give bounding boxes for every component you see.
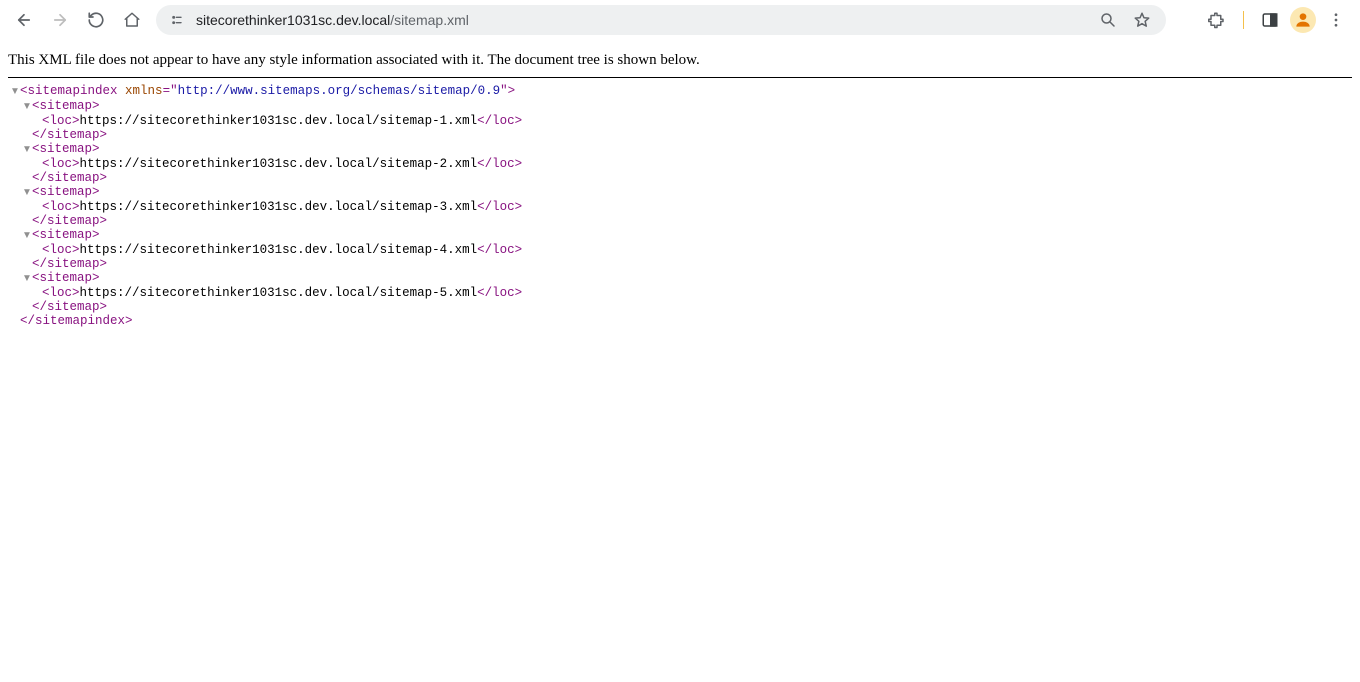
xml-line: ▼<sitemap>: [8, 142, 1352, 157]
tree-toggle-icon[interactable]: ▼: [22, 229, 32, 243]
bookmark-star-icon[interactable]: [1130, 8, 1154, 32]
xml-line: </sitemap>: [8, 257, 1352, 271]
forward-button[interactable]: [44, 4, 76, 36]
address-bar[interactable]: sitecorethinker1031sc.dev.local/sitemap.…: [156, 5, 1166, 35]
xml-line: ▼<sitemap>: [8, 271, 1352, 286]
profile-avatar[interactable]: [1290, 7, 1316, 33]
reload-button[interactable]: [80, 4, 112, 36]
url-path: /sitemap.xml: [390, 12, 469, 28]
xml-line: <loc>https://sitecorethinker1031sc.dev.l…: [8, 243, 1352, 257]
xml-line: </sitemap>: [8, 214, 1352, 228]
tree-toggle-icon[interactable]: ▼: [22, 186, 32, 200]
xml-line: </sitemap>: [8, 300, 1352, 314]
tree-toggle-icon[interactable]: ▼: [22, 143, 32, 157]
home-button[interactable]: [116, 4, 148, 36]
xml-line: ▼<sitemap>: [8, 99, 1352, 114]
tree-toggle-icon[interactable]: ▼: [10, 85, 20, 99]
xml-tree: ▼<sitemapindex xmlns="http://www.sitemap…: [8, 84, 1352, 328]
tree-toggle-icon[interactable]: ▼: [22, 100, 32, 114]
menu-icon[interactable]: [1320, 4, 1352, 36]
xml-notice: This XML file does not appear to have an…: [8, 48, 1352, 77]
xml-line: </sitemapindex>: [8, 314, 1352, 328]
xml-line: <loc>https://sitecorethinker1031sc.dev.l…: [8, 114, 1352, 128]
tree-toggle-icon[interactable]: ▼: [22, 272, 32, 286]
xml-line: </sitemap>: [8, 171, 1352, 185]
zoom-icon[interactable]: [1096, 8, 1120, 32]
xml-line: ▼<sitemap>: [8, 228, 1352, 243]
document-viewport: This XML file does not appear to have an…: [0, 40, 1360, 336]
side-panel-icon[interactable]: [1254, 4, 1286, 36]
xml-line: ▼<sitemapindex xmlns="http://www.sitemap…: [8, 84, 1352, 99]
url-host: sitecorethinker1031sc.dev.local: [196, 12, 390, 28]
url-text: sitecorethinker1031sc.dev.local/sitemap.…: [196, 12, 469, 28]
xml-line: </sitemap>: [8, 128, 1352, 142]
site-info-icon[interactable]: [168, 11, 186, 29]
extensions-icon[interactable]: [1201, 4, 1233, 36]
xml-line: ▼<sitemap>: [8, 185, 1352, 200]
xml-line: <loc>https://sitecorethinker1031sc.dev.l…: [8, 286, 1352, 300]
toolbar-right: [1201, 4, 1352, 36]
divider: [8, 77, 1352, 78]
xml-line: <loc>https://sitecorethinker1031sc.dev.l…: [8, 200, 1352, 214]
xml-line: <loc>https://sitecorethinker1031sc.dev.l…: [8, 157, 1352, 171]
toolbar-separator: [1243, 11, 1244, 29]
back-button[interactable]: [8, 4, 40, 36]
browser-toolbar: sitecorethinker1031sc.dev.local/sitemap.…: [0, 0, 1360, 40]
